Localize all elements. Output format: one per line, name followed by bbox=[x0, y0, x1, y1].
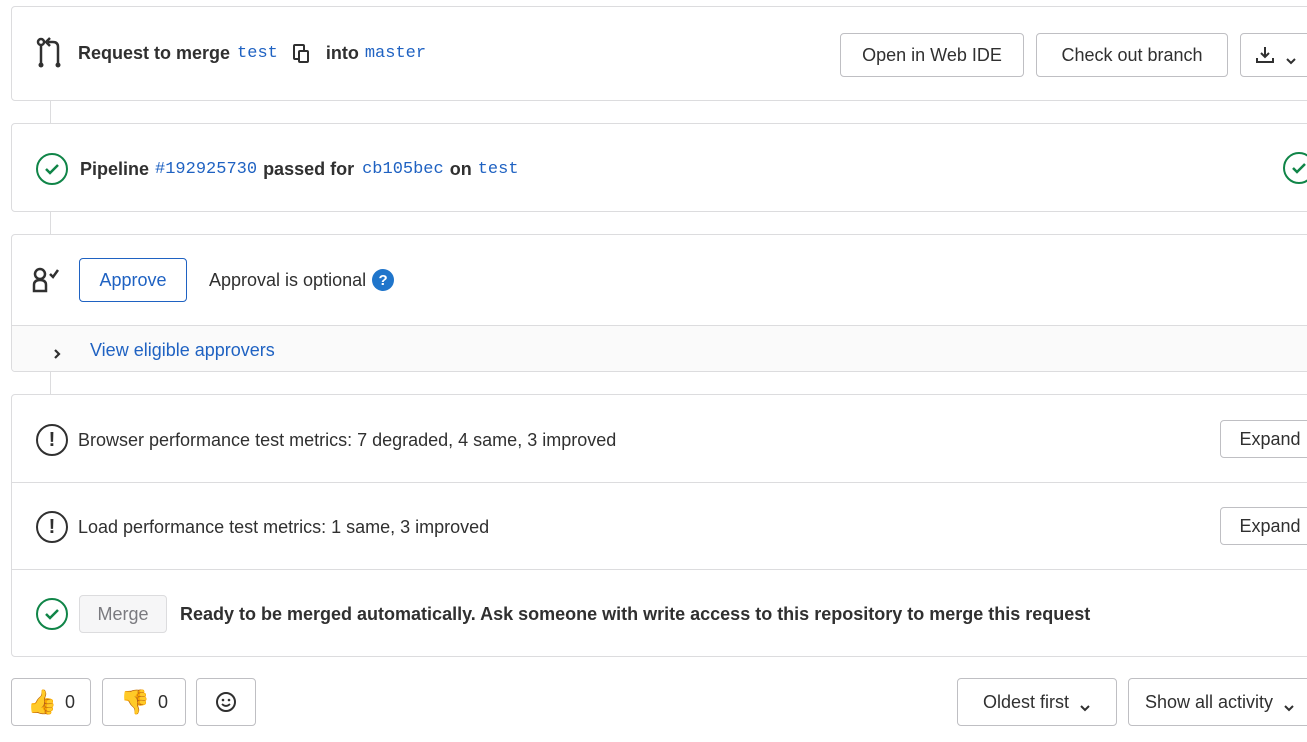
activity-filter-dropdown[interactable]: Show all activity bbox=[1128, 678, 1307, 726]
browser-metrics-text: Browser performance test metrics: 7 degr… bbox=[78, 429, 617, 450]
approval-icon bbox=[32, 267, 60, 293]
add-reaction-button[interactable] bbox=[196, 678, 256, 726]
status-success-icon bbox=[36, 598, 68, 630]
thumbsup-icon: 👍 bbox=[27, 688, 57, 716]
commit-link[interactable]: cb105bec bbox=[362, 160, 444, 179]
pipeline-card: Pipeline #192925730 passed for cb105bec … bbox=[11, 123, 1307, 212]
chevron-right-icon[interactable] bbox=[52, 344, 62, 359]
approval-optional-text: Approval is optional bbox=[209, 269, 367, 290]
merge-request-prefix: Request to merge bbox=[78, 42, 231, 63]
connector-line bbox=[50, 100, 51, 124]
thumbsup-count: 0 bbox=[64, 691, 75, 712]
expand-button[interactable]: Expand bbox=[1220, 507, 1307, 545]
smiley-icon bbox=[215, 691, 237, 713]
target-branch-link[interactable]: master bbox=[365, 44, 426, 63]
metrics-card: ! Browser performance test metrics: 7 de… bbox=[11, 394, 1307, 657]
merge-request-icon bbox=[36, 37, 64, 69]
merge-row: Merge Ready to be merged automatically. … bbox=[12, 570, 1307, 658]
thumbsup-button[interactable]: 👍 0 bbox=[11, 678, 91, 726]
merge-button[interactable]: Merge bbox=[79, 595, 167, 633]
view-eligible-approvers-link[interactable]: View eligible approvers bbox=[90, 340, 275, 361]
chevron-down-icon bbox=[1079, 697, 1091, 712]
pipeline-id-link[interactable]: #192925730 bbox=[155, 160, 257, 179]
merge-status-text: Ready to be merged automatically. Ask so… bbox=[180, 603, 1091, 624]
sort-dropdown[interactable]: Oldest first bbox=[957, 678, 1117, 726]
approve-button[interactable]: Approve bbox=[79, 258, 187, 302]
pipeline-stage-success-icon[interactable] bbox=[1283, 152, 1307, 184]
activity-filter-label: Show all activity bbox=[1145, 691, 1274, 712]
pipeline-label: Pipeline bbox=[80, 158, 150, 179]
download-dropdown-button[interactable] bbox=[1240, 33, 1307, 77]
pipeline-branch-link[interactable]: test bbox=[478, 160, 519, 179]
thumbsdown-count: 0 bbox=[157, 691, 168, 712]
status-success-icon[interactable] bbox=[36, 153, 68, 185]
expand-button[interactable]: Expand bbox=[1220, 420, 1307, 458]
copy-icon[interactable] bbox=[292, 42, 310, 64]
open-web-ide-button[interactable]: Open in Web IDE bbox=[840, 33, 1024, 77]
check-out-branch-button[interactable]: Check out branch bbox=[1036, 33, 1228, 77]
sort-label: Oldest first bbox=[982, 691, 1070, 712]
connector-line bbox=[50, 211, 51, 235]
metrics-row: ! Browser performance test metrics: 7 de… bbox=[12, 395, 1307, 483]
download-icon bbox=[1255, 45, 1275, 65]
approval-card: Approve Approval is optional ? View elig… bbox=[11, 234, 1307, 372]
chevron-down-icon bbox=[1285, 50, 1297, 65]
merge-request-into: into bbox=[325, 42, 359, 63]
question-icon[interactable]: ? bbox=[372, 269, 395, 291]
thumbsdown-button[interactable]: 👎 0 bbox=[102, 678, 186, 726]
thumbsdown-icon: 👎 bbox=[120, 688, 150, 716]
merge-request-header: Request to merge test into master Open i… bbox=[11, 6, 1307, 101]
pipeline-on-text: on bbox=[449, 158, 472, 179]
warning-icon: ! bbox=[36, 511, 68, 543]
warning-icon: ! bbox=[36, 424, 68, 456]
view-approvers-section: View eligible approvers bbox=[12, 325, 1307, 371]
chevron-down-icon bbox=[1283, 697, 1295, 712]
source-branch-link[interactable]: test bbox=[237, 44, 278, 63]
metrics-row: ! Load performance test metrics: 1 same,… bbox=[12, 483, 1307, 570]
connector-line bbox=[50, 371, 51, 395]
load-metrics-text: Load performance test metrics: 1 same, 3… bbox=[78, 516, 490, 537]
pipeline-passed-text: passed for bbox=[263, 158, 355, 179]
